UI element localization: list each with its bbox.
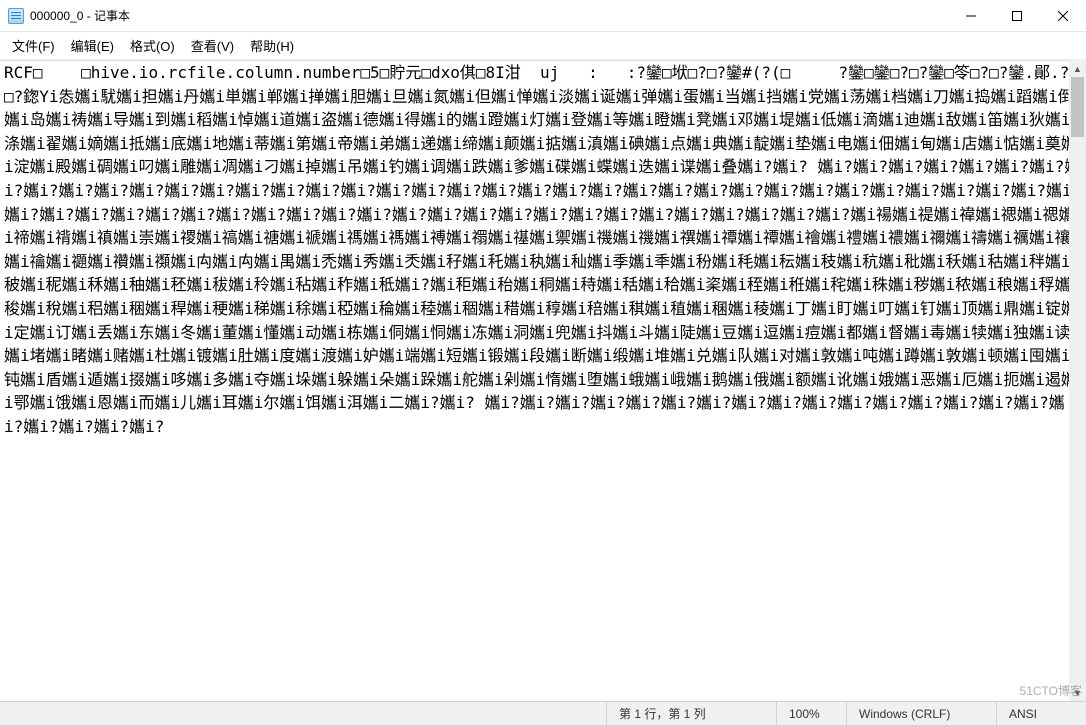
text-area[interactable]: RCF□ □hive.io.rcfile.column.number□5□貯元□… bbox=[0, 60, 1086, 701]
maximize-icon bbox=[1012, 11, 1022, 21]
window-title: 000000_0 - 记事本 bbox=[30, 7, 130, 24]
scrollbar-thumb[interactable] bbox=[1071, 77, 1084, 137]
minimize-button[interactable] bbox=[948, 0, 994, 32]
close-icon bbox=[1058, 11, 1068, 21]
scroll-up-icon[interactable]: ▲ bbox=[1069, 60, 1086, 77]
app-icon bbox=[8, 8, 24, 24]
menu-help[interactable]: 帮助(H) bbox=[242, 33, 302, 58]
vertical-scrollbar[interactable]: ▲ ▼ bbox=[1069, 60, 1086, 701]
menu-view[interactable]: 查看(V) bbox=[183, 33, 242, 58]
minimize-icon bbox=[966, 11, 976, 21]
status-zoom: 100% bbox=[776, 702, 846, 725]
close-button[interactable] bbox=[1040, 0, 1086, 32]
menu-format[interactable]: 格式(O) bbox=[122, 33, 183, 58]
status-eol: Windows (CRLF) bbox=[846, 702, 996, 725]
scroll-down-icon[interactable]: ▼ bbox=[1069, 684, 1086, 701]
menu-bar: 文件(F) 编辑(E) 格式(O) 查看(V) 帮助(H) bbox=[0, 32, 1086, 60]
maximize-button[interactable] bbox=[994, 0, 1040, 32]
status-position: 第 1 行，第 1 列 bbox=[606, 702, 776, 725]
menu-file[interactable]: 文件(F) bbox=[4, 33, 63, 58]
status-bar: 第 1 行，第 1 列 100% Windows (CRLF) ANSI bbox=[0, 701, 1086, 725]
title-bar: 000000_0 - 记事本 bbox=[0, 0, 1086, 32]
menu-edit[interactable]: 编辑(E) bbox=[63, 33, 122, 58]
status-encoding: ANSI bbox=[996, 702, 1086, 725]
